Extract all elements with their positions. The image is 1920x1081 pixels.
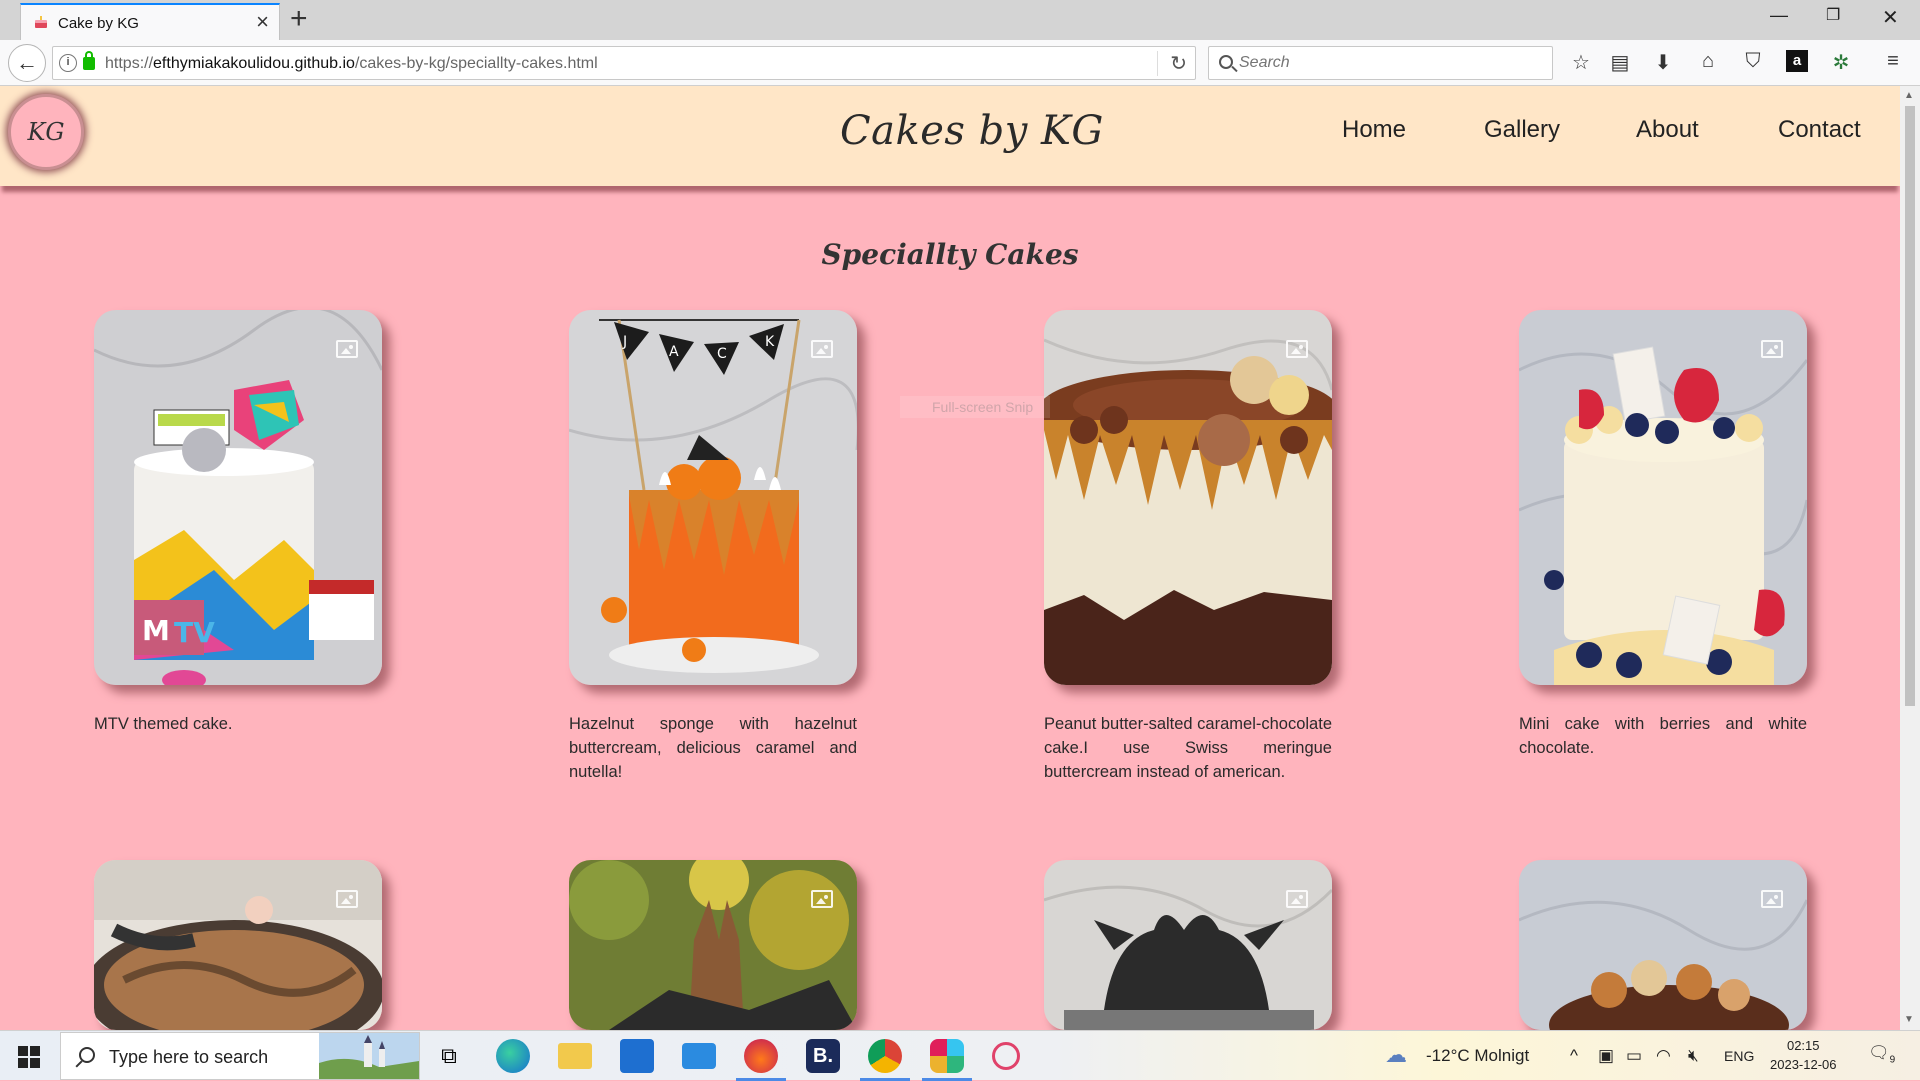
page-scrollbar[interactable]: ▲ ▼ [1900, 86, 1920, 1030]
snipping-tool-icon[interactable] [992, 1042, 1020, 1070]
browser-tab[interactable]: Cake by KG × [20, 3, 280, 40]
cake-image-row2-3[interactable] [1044, 860, 1332, 1030]
notification-count: 9 [1889, 1054, 1896, 1066]
cake-image-row2-4[interactable] [1519, 860, 1807, 1030]
volume-muted-icon[interactable]: 🔇︎ [1688, 1046, 1699, 1066]
image-gallery-icon [1286, 340, 1308, 358]
site-logo[interactable]: KG [8, 94, 84, 170]
scroll-down-icon[interactable]: ▼ [1904, 1014, 1914, 1025]
restore-icon[interactable]: ❐ [1826, 5, 1840, 25]
cake-caption: MTV themed cake. [94, 715, 233, 733]
scrollbar-thumb[interactable] [1905, 106, 1915, 706]
nav-about-link[interactable]: About [1636, 116, 1699, 144]
reading-list-icon[interactable]: ▤ [1607, 50, 1633, 75]
weather-text[interactable]: -12°C Molnigt [1426, 1046, 1529, 1066]
amazon-icon[interactable]: a [1784, 48, 1810, 72]
cake-image-row2-1[interactable] [94, 860, 382, 1030]
svg-text:M: M [142, 614, 170, 647]
cake-image-halloween[interactable]: J A C K [569, 310, 857, 685]
task-view-icon[interactable]: ⧉ [432, 1039, 466, 1073]
svg-text:C: C [717, 346, 727, 362]
chrome-icon[interactable] [860, 1039, 910, 1081]
image-gallery-icon [1761, 890, 1783, 908]
new-tab-icon[interactable]: + [290, 4, 308, 34]
taskbar-search-placeholder: Type here to search [109, 1047, 269, 1067]
edge-browser-icon[interactable] [496, 1039, 530, 1073]
clock-date: 2023-12-06 [1770, 1057, 1837, 1072]
cake-image-berries[interactable] [1519, 310, 1807, 685]
weather-cloud-icon[interactable]: ☁ [1385, 1042, 1407, 1068]
image-gallery-icon [336, 340, 358, 358]
image-gallery-icon [336, 890, 358, 908]
cake-favicon-icon [35, 16, 47, 28]
image-gallery-icon [1761, 340, 1783, 358]
microsoft-store-icon[interactable] [620, 1039, 654, 1073]
svg-text:J: J [622, 334, 627, 350]
battery-icon[interactable]: ▭ [1626, 1046, 1642, 1066]
browser-search-input[interactable] [1239, 51, 1539, 75]
wifi-icon[interactable]: ◠ [1656, 1046, 1671, 1066]
windows-start-icon[interactable] [18, 1046, 40, 1068]
windows-taskbar: Type here to search ⧉ B. ☁ -12°C Molnigt… [0, 1030, 1920, 1081]
image-gallery-icon [811, 340, 833, 358]
svg-text:TV: TV [174, 616, 215, 649]
image-gallery-icon [1286, 890, 1308, 908]
close-tab-icon[interactable]: × [256, 11, 269, 33]
cake-image-peanut-butter[interactable] [1044, 310, 1332, 685]
cake-caption: Hazelnut sponge with hazelnut buttercrea… [569, 715, 857, 781]
slack-icon[interactable] [922, 1039, 972, 1081]
image-gallery-icon [811, 890, 833, 908]
cake-caption: Peanut butter-salted caramel-chocolate c… [1044, 715, 1332, 781]
cake-caption: Mini cake with berries and white chocola… [1519, 715, 1807, 757]
nav-home-link[interactable]: Home [1342, 116, 1406, 144]
svg-text:K: K [765, 334, 775, 350]
nav-contact-link[interactable]: Contact [1778, 116, 1861, 144]
url-text[interactable]: https://efthymiakakoulidou.github.io/cak… [105, 55, 598, 73]
lock-icon [83, 51, 95, 70]
booking-icon[interactable]: B. [806, 1039, 840, 1073]
search-icon [79, 1047, 95, 1063]
tab-title: Cake by KG [58, 15, 139, 32]
pocket-icon[interactable]: ⛉ [1740, 50, 1766, 73]
mail-icon[interactable] [682, 1043, 716, 1069]
site-info-icon[interactable]: i [59, 54, 77, 72]
site-title: Cakes by KG [840, 108, 1104, 154]
castle-search-highlight-icon [319, 1033, 419, 1079]
show-hidden-icons-icon[interactable]: ^ [1570, 1046, 1578, 1066]
search-icon [1219, 55, 1233, 69]
menu-hamburger-icon[interactable]: ≡ [1880, 50, 1906, 73]
home-icon[interactable]: ⌂ [1695, 50, 1721, 73]
page-heading: Speciallty Cakes [821, 238, 1079, 271]
device-icon[interactable]: ▣ [1598, 1046, 1614, 1066]
reload-icon[interactable]: ↻ [1157, 51, 1187, 76]
nav-gallery-link[interactable]: Gallery [1484, 116, 1560, 144]
notifications-icon[interactable]: 🗨︎9 [1868, 1043, 1895, 1065]
browser-tab-bar: Cake by KG × + — ❐ ✕ [0, 0, 1920, 40]
language-indicator[interactable]: ENG [1724, 1048, 1754, 1064]
minimize-icon[interactable]: — [1770, 5, 1788, 26]
clock-time: 02:15 [1786, 1038, 1820, 1053]
snip-overlay: Full-screen Snip [900, 396, 1050, 418]
bookmark-star-icon[interactable]: ☆ [1568, 50, 1594, 75]
extension-icon[interactable]: ✲ [1828, 50, 1854, 75]
browser-search-bar[interactable] [1208, 46, 1553, 80]
scroll-up-icon[interactable]: ▲ [1904, 90, 1914, 101]
file-explorer-icon[interactable] [558, 1043, 592, 1069]
cake-image-mtv[interactable]: M TV [94, 310, 382, 685]
downloads-icon[interactable]: ⬇ [1650, 50, 1676, 75]
back-arrow-icon[interactable]: ← [8, 44, 46, 82]
firefox-icon[interactable] [736, 1039, 786, 1081]
site-header: KG Cakes by KG Home Gallery About Contac… [0, 86, 1900, 186]
close-window-icon[interactable]: ✕ [1882, 5, 1899, 30]
svg-text:A: A [669, 344, 679, 360]
clock[interactable]: 02:15 2023-12-06 [1770, 1036, 1837, 1074]
url-bar[interactable]: i https://efthymiakakoulidou.github.io/c… [52, 46, 1196, 80]
taskbar-search-box[interactable]: Type here to search [60, 1032, 420, 1080]
cake-image-row2-2[interactable] [569, 860, 857, 1030]
